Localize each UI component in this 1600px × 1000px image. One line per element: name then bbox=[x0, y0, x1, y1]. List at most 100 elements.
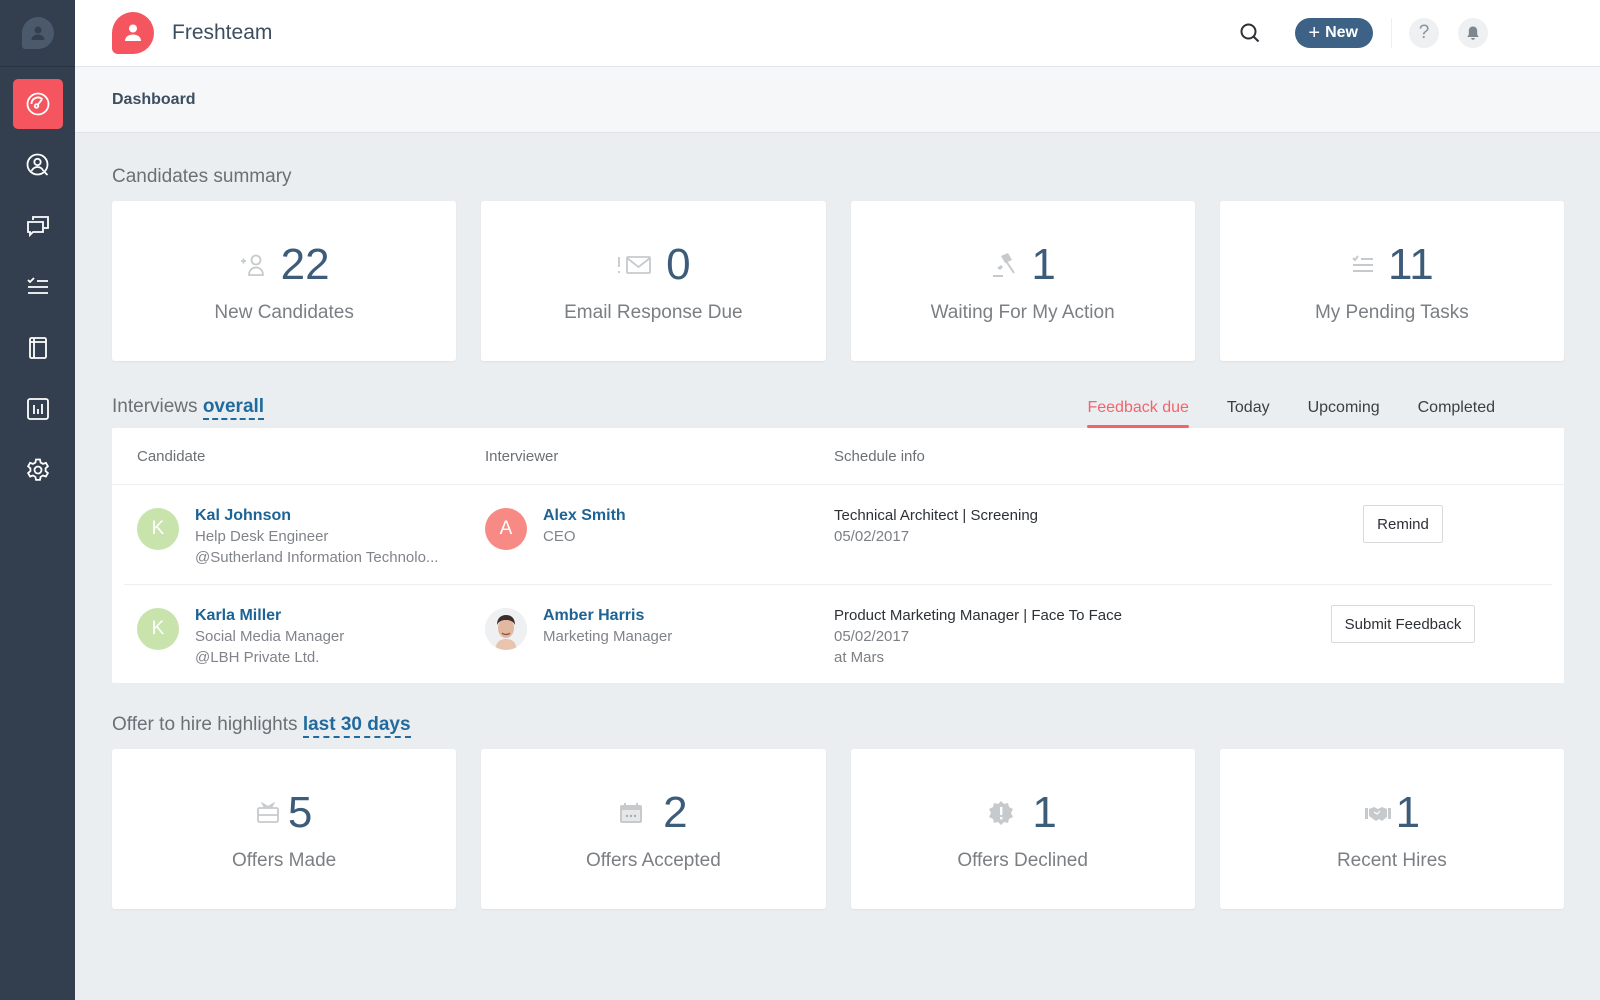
interviews-table: Candidate Interviewer Schedule info K Ka… bbox=[112, 428, 1564, 683]
interviewer-name[interactable]: Alex Smith bbox=[543, 505, 626, 526]
user-avatar-icon[interactable] bbox=[21, 17, 54, 49]
table-header: Candidate Interviewer Schedule info bbox=[112, 428, 1564, 485]
candidate-company: @Sutherland Information Technolo... bbox=[195, 549, 439, 566]
card-offers-accepted[interactable]: 2 Offers Accepted bbox=[481, 749, 826, 909]
submit-feedback-button[interactable]: Submit Feedback bbox=[1330, 605, 1476, 643]
bar-chart-icon bbox=[26, 398, 49, 420]
tab-feedback-due[interactable]: Feedback due bbox=[1068, 399, 1207, 428]
card-offers-made[interactable]: 5 Offers Made bbox=[112, 749, 457, 909]
offers-made-label: Offers Made bbox=[232, 850, 337, 871]
add-user-icon bbox=[239, 252, 269, 278]
waiting-for-my-action-label: Waiting For My Action bbox=[930, 302, 1115, 323]
help-icon: ? bbox=[1418, 22, 1430, 43]
interviewer-role: Marketing Manager bbox=[543, 628, 673, 645]
offers-made-count: 5 bbox=[287, 788, 313, 837]
breadcrumb-dashboard: Dashboard bbox=[112, 90, 196, 108]
candidates-summary-title: Candidates summary bbox=[112, 166, 1564, 201]
chat-bubbles-icon bbox=[26, 216, 49, 238]
schedule-title: Product Marketing Manager | Face To Face bbox=[834, 607, 1122, 624]
card-offers-declined[interactable]: 1 Offers Declined bbox=[850, 749, 1195, 909]
candidate-role: Social Media Manager bbox=[195, 628, 345, 645]
sidebar-item-jobs[interactable] bbox=[13, 323, 63, 373]
recent-hires-label: Recent Hires bbox=[1336, 850, 1447, 871]
offers-declined-count: 1 bbox=[1032, 788, 1057, 837]
card-waiting-for-my-action[interactable]: 1 Waiting For My Action bbox=[850, 201, 1195, 361]
email-response-due-count: 0 bbox=[666, 240, 691, 289]
sidebar-item-interviews[interactable] bbox=[13, 201, 63, 251]
gear-icon bbox=[26, 458, 49, 481]
gift-card-icon bbox=[256, 802, 280, 824]
candidates-summary-heading: Candidates summary bbox=[112, 166, 292, 187]
candidate-avatar: K bbox=[137, 608, 179, 650]
interviewer-avatar: A bbox=[485, 508, 527, 550]
interviews-header: Interviews overall Feedback due Today Up… bbox=[112, 392, 1564, 428]
column-schedule-info: Schedule info bbox=[834, 447, 925, 465]
dashboard-main: Candidates summary 22 New Candidates 0 E… bbox=[112, 133, 1564, 909]
schedule-location: at Mars bbox=[834, 649, 885, 666]
card-email-response-due[interactable]: 0 Email Response Due bbox=[481, 201, 826, 361]
schedule-title: Technical Architect | Screening bbox=[834, 507, 1039, 524]
sidebar-item-tasks[interactable] bbox=[13, 262, 63, 312]
card-recent-hires[interactable]: 1 Recent Hires bbox=[1219, 749, 1564, 909]
interviews-heading: Interviews bbox=[112, 396, 198, 417]
remind-button[interactable]: Remind bbox=[1363, 505, 1443, 543]
offers-declined-label: Offers Declined bbox=[957, 850, 1088, 871]
breadcrumb: Dashboard bbox=[75, 67, 1600, 133]
waiting-for-my-action-count: 1 bbox=[1031, 240, 1056, 289]
table-row: K Kal Johnson Help Desk Engineer @Suther… bbox=[124, 485, 1552, 585]
search-button[interactable] bbox=[1235, 18, 1265, 48]
notifications-button[interactable] bbox=[1458, 18, 1488, 48]
interviewer-photo-avatar bbox=[485, 608, 527, 650]
offers-cards: 5 Offers Made 2 Offers Accepted 1 Offers… bbox=[112, 749, 1564, 909]
offers-filter-dropdown[interactable]: last 30 days bbox=[302, 714, 411, 738]
interviewer-name[interactable]: Amber Harris bbox=[543, 605, 672, 626]
interviews-title: Interviews overall bbox=[112, 396, 265, 428]
search-icon bbox=[1240, 23, 1260, 43]
candidate-avatar: K bbox=[137, 508, 179, 550]
tab-upcoming[interactable]: Upcoming bbox=[1289, 399, 1399, 428]
card-my-pending-tasks[interactable]: 11 My Pending Tasks bbox=[1219, 201, 1564, 361]
offers-accepted-count: 2 bbox=[663, 788, 688, 837]
sidebar-item-candidates[interactable] bbox=[13, 140, 63, 190]
freshteam-logo[interactable] bbox=[112, 12, 154, 54]
column-interviewer: Interviewer bbox=[485, 447, 559, 465]
header-divider bbox=[1391, 18, 1392, 48]
new-button-label: New bbox=[1325, 24, 1358, 41]
table-row: K Karla Miller Social Media Manager @LBH… bbox=[124, 585, 1552, 683]
schedule-date: 05/02/2017 bbox=[834, 628, 910, 645]
schedule-date: 05/02/2017 bbox=[834, 528, 910, 545]
email-alert-icon bbox=[616, 253, 654, 277]
new-candidates-count: 22 bbox=[280, 240, 330, 289]
user-search-icon bbox=[26, 153, 48, 176]
email-response-due-label: Email Response Due bbox=[564, 302, 743, 323]
offers-accepted-label: Offers Accepted bbox=[585, 850, 721, 871]
interviews-tabs: Feedback due Today Upcoming Completed bbox=[1068, 399, 1514, 428]
tab-completed[interactable]: Completed bbox=[1399, 399, 1514, 428]
sidebar-item-dashboard[interactable] bbox=[12, 79, 63, 129]
candidates-summary-cards: 22 New Candidates 0 Email Response Due 1… bbox=[112, 201, 1564, 361]
offers-heading: Offer to hire highlights bbox=[112, 714, 298, 735]
sidebar-item-reports[interactable] bbox=[13, 384, 63, 434]
gauge-icon bbox=[26, 92, 49, 116]
recent-hires-count: 1 bbox=[1395, 788, 1421, 837]
card-new-candidates[interactable]: 22 New Candidates bbox=[112, 201, 457, 361]
checklist-icon bbox=[26, 277, 48, 294]
candidate-name[interactable]: Karla Miller bbox=[195, 605, 344, 626]
sidebar-item-settings[interactable] bbox=[13, 445, 63, 495]
interviewer-role: CEO bbox=[543, 528, 576, 545]
candidate-company: @LBH Private Ltd. bbox=[195, 649, 320, 666]
sidebar-profile[interactable] bbox=[0, 0, 75, 67]
tab-today[interactable]: Today bbox=[1208, 399, 1289, 428]
new-button[interactable]: + New bbox=[1295, 18, 1373, 48]
handshake-icon bbox=[1364, 803, 1392, 823]
offers-title: Offer to hire highlights last 30 days bbox=[112, 714, 1564, 749]
help-button[interactable]: ? bbox=[1409, 18, 1439, 48]
interviews-filter-dropdown[interactable]: overall bbox=[202, 396, 265, 420]
new-candidates-label: New Candidates bbox=[214, 302, 354, 323]
app-title: Freshteam bbox=[172, 21, 273, 44]
my-pending-tasks-label: My Pending Tasks bbox=[1314, 302, 1469, 323]
candidate-name[interactable]: Kal Johnson bbox=[195, 505, 438, 526]
column-candidate: Candidate bbox=[137, 447, 206, 465]
my-pending-tasks-count: 11 bbox=[1388, 240, 1434, 289]
alert-badge-icon bbox=[988, 800, 1014, 826]
